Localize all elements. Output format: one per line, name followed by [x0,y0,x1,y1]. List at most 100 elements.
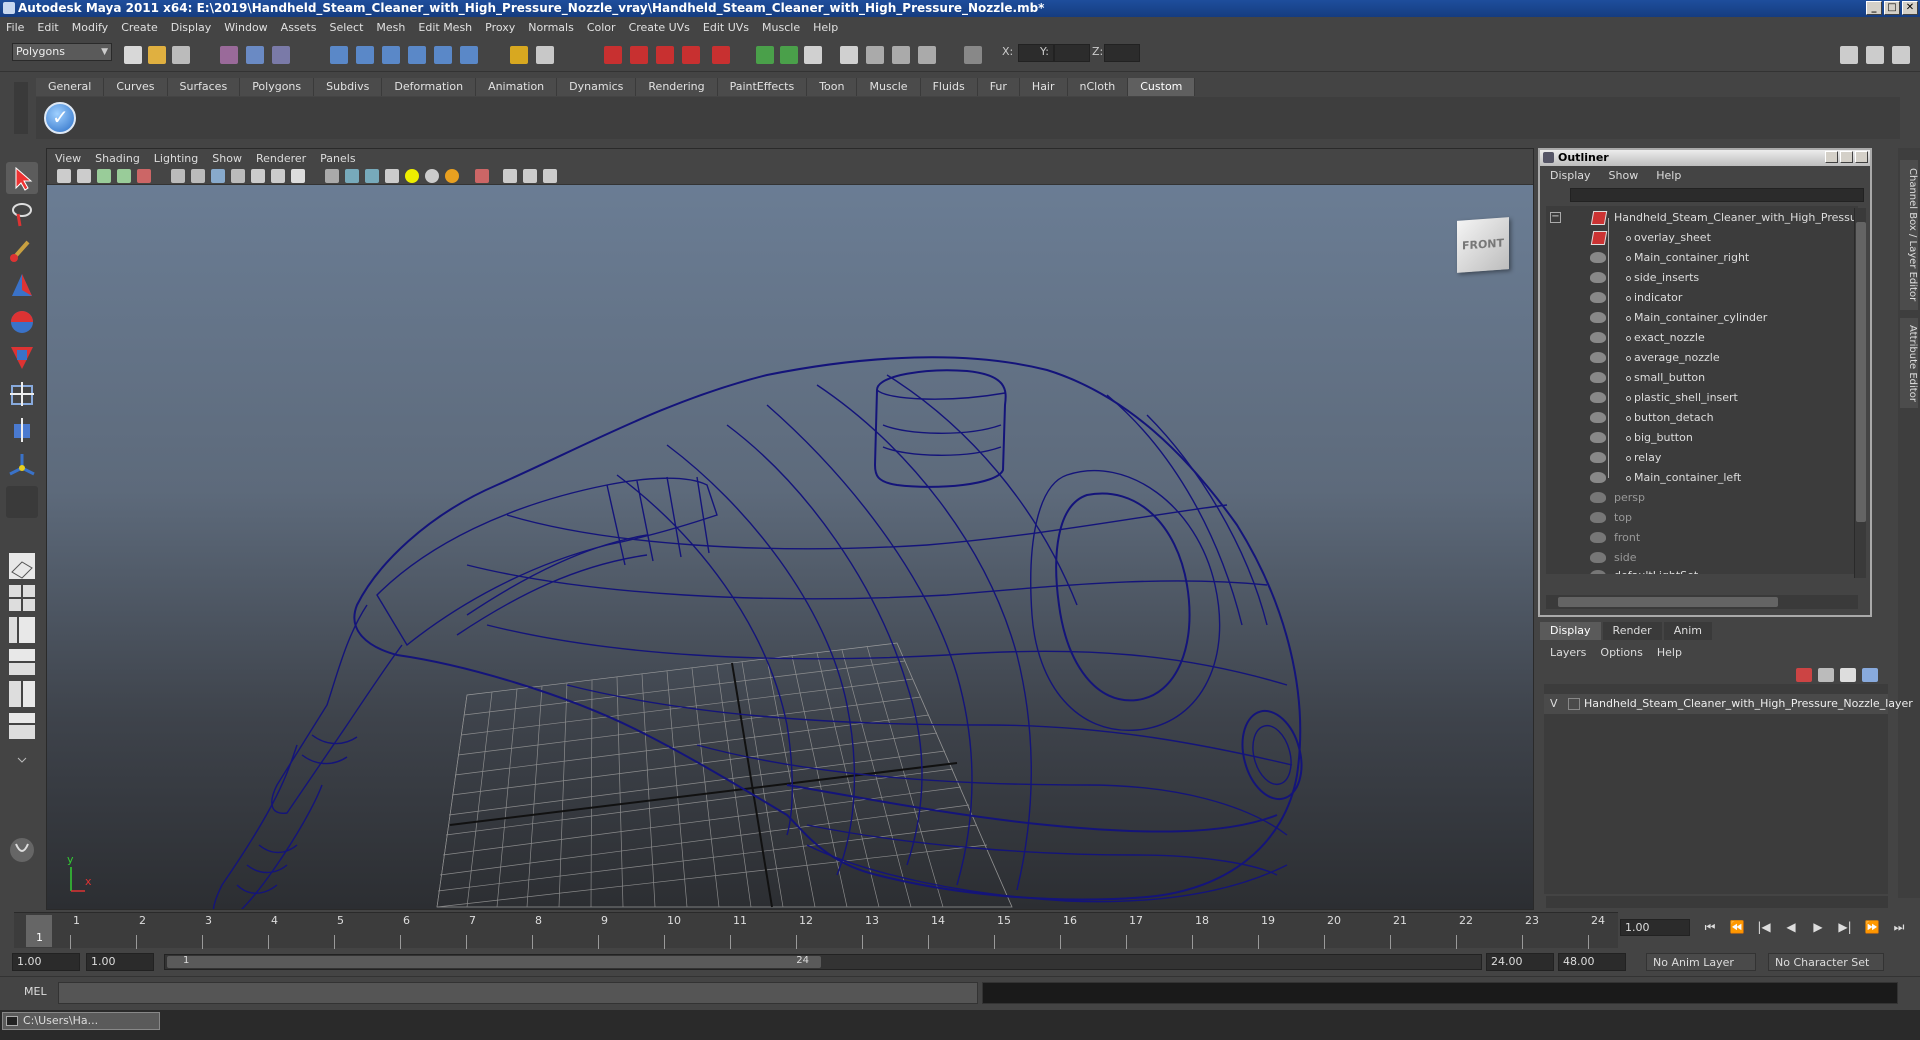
current-frame-field[interactable]: 1.00 [1620,919,1690,936]
shelf-menu-handle[interactable] [14,82,28,134]
safe-title-icon[interactable] [291,169,305,183]
safe-action-icon[interactable] [271,169,285,183]
playback-start-field[interactable]: 1.00 [86,953,154,971]
play-forwards-button[interactable]: ▶ [1808,918,1828,936]
menu-color[interactable]: Color [587,21,616,34]
menu-set-dropdown[interactable]: Polygons ▼ [12,43,112,61]
new-scene-icon[interactable] [124,46,142,64]
grid-icon[interactable] [171,169,185,183]
transform-mode-icon[interactable] [892,46,910,64]
go-to-end-button[interactable]: ⏭ [1889,918,1909,936]
layout-menu-chevron-icon[interactable] [6,746,38,778]
outliner-item-side-inserts[interactable]: side_inserts [1546,268,1858,288]
tab-custom[interactable]: Custom [1128,78,1196,96]
layer-visibility-toggle[interactable]: V [1550,694,1558,714]
menu-mesh[interactable]: Mesh [376,21,405,34]
wireframe-mode-icon[interactable] [325,169,339,183]
outliner-item-plastic-shell-insert[interactable]: plastic_shell_insert [1546,388,1858,408]
y-field[interactable] [1054,44,1090,62]
outliner-item-front[interactable]: front [1546,528,1858,548]
dope-sheet-layout-icon[interactable] [6,710,38,742]
menu-select[interactable]: Select [329,21,363,34]
make-live-icon[interactable] [434,46,452,64]
image-plane-icon[interactable] [117,169,131,183]
move-layer-down-icon[interactable] [1818,668,1834,682]
step-back-frame-button[interactable]: |◀ [1754,918,1774,936]
layer-row[interactable]: V Handheld_Steam_Cleaner_with_High_Press… [1544,694,1913,714]
bookmarks-icon[interactable] [97,169,111,183]
outliner-perspective-layout-icon[interactable] [6,614,38,646]
select-object-icon[interactable] [246,46,264,64]
layer-menu-options[interactable]: Options [1600,646,1642,659]
muscle-tool-icon[interactable] [6,834,38,866]
snap-view-plane-icon[interactable] [408,46,426,64]
lasso-tool-icon[interactable] [6,198,38,230]
outliner-item-exact-nozzle[interactable]: exact_nozzle [1546,328,1858,348]
scale-tool-icon[interactable] [6,342,38,374]
vp-menu-shading[interactable]: Shading [95,152,140,165]
outliner-item-side[interactable]: side [1546,548,1858,568]
isolate-select-icon[interactable] [475,169,489,183]
new-layer-icon[interactable] [1840,668,1856,682]
minimized-window-item[interactable]: C:\Users\Ha... [2,1012,160,1030]
character-set-dropdown[interactable]: No Character Set [1768,953,1884,971]
outliner-menu-display[interactable]: Display [1550,169,1591,182]
outliner-close-button[interactable] [1855,151,1868,163]
vp-menu-view[interactable]: View [55,152,81,165]
magnet-curve-icon[interactable] [630,46,648,64]
menu-muscle[interactable]: Muscle [762,21,800,34]
menu-window[interactable]: Window [224,21,267,34]
perspective-viewport[interactable]: View Shading Lighting Show Renderer Pane… [46,148,1534,910]
show-tool-settings-icon[interactable] [1866,46,1884,64]
menu-display[interactable]: Display [171,21,212,34]
playback-end-field[interactable]: 24.00 [1486,953,1554,971]
move-layer-up-icon[interactable] [1796,668,1812,682]
smooth-shade-icon[interactable] [345,169,359,183]
outliner-item-big-button[interactable]: big_button [1546,428,1858,448]
show-channel-box-icon[interactable] [1892,46,1910,64]
field-chart-icon[interactable] [251,169,265,183]
menu-create[interactable]: Create [121,21,158,34]
outliner-item-relay[interactable]: relay [1546,448,1858,468]
tab-render-layers[interactable]: Render [1602,622,1662,640]
rotate-tool-icon[interactable] [6,306,38,338]
magnet-icon[interactable] [604,46,622,64]
range-slider[interactable]: 1 24 [164,954,1482,970]
select-hierarchy-icon[interactable] [220,46,238,64]
mel-label[interactable]: MEL [24,985,47,998]
history-icon[interactable] [460,46,478,64]
outliner-filter-input[interactable] [1570,188,1864,202]
outliner-item-main-container-cylinder[interactable]: Main_container_cylinder [1546,308,1858,328]
tab-curves[interactable]: Curves [104,78,168,96]
film-gate-icon[interactable] [191,169,205,183]
menu-file[interactable]: File [6,21,24,34]
outliner-item-root[interactable]: − Handheld_Steam_Cleaner_with_High_Press… [1546,208,1858,228]
select-tool-icon[interactable] [6,162,38,194]
render-current-icon[interactable] [780,46,798,64]
outliner-menu-help[interactable]: Help [1656,169,1681,182]
open-scene-icon[interactable] [148,46,166,64]
time-slider[interactable]: 1 1 2 3 4 5 6 7 8 9 10 11 12 13 14 15 16 17 18 19 20 21 22 23 2… [14,912,1618,949]
tab-channel-box-layer-editor[interactable]: Channel Box / Layer Editor [1900,160,1918,310]
render-settings-icon[interactable] [804,46,822,64]
wireframe-on-shaded-icon[interactable] [365,169,379,183]
gate-mask-icon[interactable] [231,169,245,183]
vp-menu-renderer[interactable]: Renderer [256,152,306,165]
tab-display-layers[interactable]: Display [1540,622,1601,640]
layer-menu-help[interactable]: Help [1657,646,1682,659]
all-lights-icon[interactable] [425,169,439,183]
tab-toon[interactable]: Toon [807,78,858,96]
maximize-button[interactable]: □ [1884,1,1900,15]
menu-create-uvs[interactable]: Create UVs [629,21,690,34]
paint-select-tool-icon[interactable] [6,234,38,266]
tab-deformation[interactable]: Deformation [382,78,477,96]
close-button[interactable]: ✕ [1902,1,1918,15]
menu-edit-uvs[interactable]: Edit UVs [703,21,749,34]
absolute-transform-icon[interactable] [964,46,982,64]
outliner-minimize-button[interactable] [1825,151,1838,163]
outliner-item-small-button[interactable]: small_button [1546,368,1858,388]
show-manipulator-icon[interactable] [6,450,38,482]
outliner-item-indicator[interactable]: indicator [1546,288,1858,308]
viewcube-front[interactable]: FRONT [1457,217,1509,273]
outliner-menu-show[interactable]: Show [1609,169,1639,182]
